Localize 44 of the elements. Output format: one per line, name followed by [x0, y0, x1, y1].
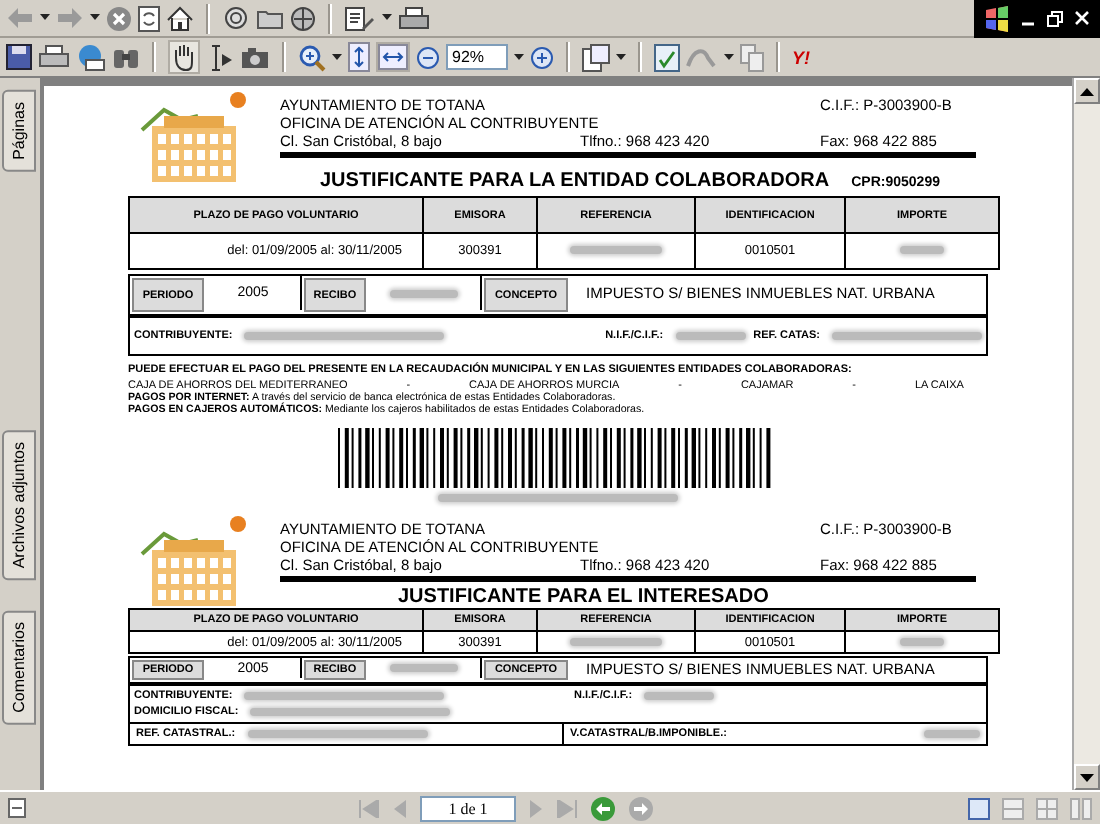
zoom-in-icon[interactable] — [298, 43, 326, 71]
side-tab[interactable]: Páginas — [2, 90, 36, 172]
side-tab[interactable]: Archivos adjuntos — [2, 430, 36, 581]
save-icon[interactable] — [6, 44, 32, 70]
fit-page-icon[interactable] — [348, 42, 370, 72]
hand-icon[interactable] — [170, 42, 198, 72]
caret-icon[interactable] — [724, 53, 734, 61]
back-circle-icon[interactable] — [590, 795, 616, 821]
caret-icon[interactable] — [332, 53, 342, 61]
caret-icon[interactable] — [40, 14, 50, 22]
receipt-title: JUSTIFICANTE PARA EL INTERESADO — [398, 586, 769, 608]
zoom-in-button-icon[interactable] — [530, 45, 554, 69]
restore-icon[interactable] — [1046, 9, 1064, 27]
fit-width-icon[interactable] — [378, 44, 408, 70]
close-icon[interactable] — [1074, 10, 1090, 26]
scroll-down-button[interactable] — [1074, 764, 1100, 790]
panel-icon[interactable] — [8, 798, 26, 818]
pages-icon[interactable] — [582, 43, 610, 71]
brand-logo[interactable]: Y! — [792, 47, 810, 67]
printer-icon[interactable] — [398, 5, 430, 31]
binoculars-icon[interactable] — [112, 44, 140, 70]
side-tab[interactable]: Comentarios — [2, 610, 36, 725]
zoom-field[interactable]: 92% — [446, 44, 508, 70]
windows-logo-icon — [984, 5, 1010, 31]
single-page-icon[interactable] — [968, 797, 990, 819]
edit-icon[interactable] — [344, 5, 376, 31]
scroll-up-button[interactable] — [1074, 78, 1100, 104]
page-field[interactable]: 1 de 1 — [420, 795, 516, 821]
refresh-icon[interactable] — [138, 5, 160, 31]
receipt-title: JUSTIFICANTE PARA LA ENTIDAD COLABORADORA — [320, 170, 830, 192]
caret-icon[interactable] — [514, 53, 524, 61]
caret-icon[interactable] — [90, 14, 100, 22]
up-arrow-icon — [1080, 87, 1094, 95]
checked-document-icon[interactable] — [654, 43, 680, 71]
zoom-out-icon[interactable] — [416, 45, 440, 69]
down-arrow-icon — [1080, 773, 1094, 781]
folder-icon[interactable] — [256, 6, 284, 30]
caret-icon[interactable] — [616, 53, 626, 61]
town-hall-logo-icon — [136, 514, 248, 606]
text-select-icon[interactable] — [206, 43, 234, 71]
print-icon[interactable] — [38, 44, 70, 70]
home-icon[interactable] — [166, 5, 194, 31]
caret-icon[interactable] — [382, 14, 392, 22]
camera-icon[interactable] — [240, 45, 270, 69]
